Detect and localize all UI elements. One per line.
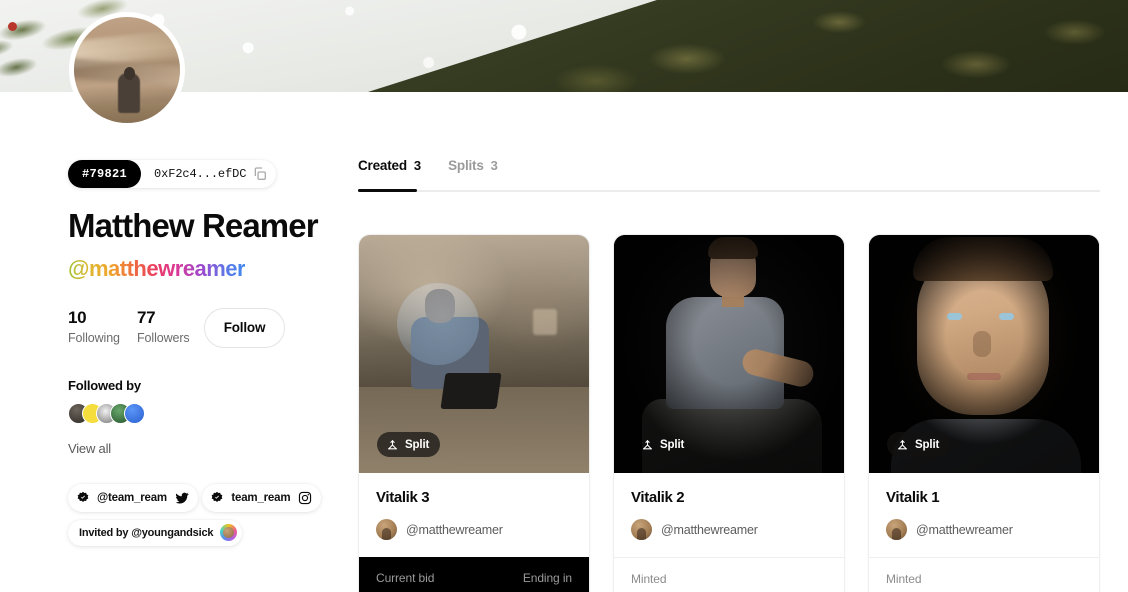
invited-by-text: Invited by @youngandsick: [79, 526, 214, 539]
avatar-person-head: [124, 67, 135, 80]
follow-button[interactable]: Follow: [204, 307, 285, 348]
profile-avatar-ring[interactable]: [69, 12, 185, 128]
artwork-blue-circle: [397, 283, 479, 365]
stat-following[interactable]: 10 Following: [68, 308, 137, 345]
nft-artwork[interactable]: Split: [359, 235, 589, 473]
tab-bar: Created 3 Splits 3: [358, 158, 1100, 192]
split-icon: [388, 440, 397, 450]
follower-avatar-5[interactable]: [124, 402, 145, 424]
nft-owner[interactable]: @matthewreamer: [631, 519, 827, 540]
artwork-laptop: [440, 373, 502, 409]
social-link-twitter[interactable]: @team_ream: [68, 483, 198, 512]
tab-created-label: Created: [358, 158, 407, 173]
nft-minted-footer: Minted 9 days ago: [869, 557, 1099, 592]
minted-label: Minted: [631, 572, 667, 586]
auction-labels: Current bid Ending in: [376, 571, 572, 585]
nft-card[interactable]: Split Vitalik 2 @matthewreamer Minted 9 …: [613, 234, 845, 592]
nft-card-grid: Split Vitalik 3 @matthewreamer Current b…: [358, 234, 1100, 592]
split-icon: [643, 440, 652, 450]
verified-badge-icon: [212, 491, 223, 502]
nft-card-body: Vitalik 3 @matthewreamer: [359, 473, 589, 557]
nft-card[interactable]: Split Vitalik 3 @matthewreamer Current b…: [358, 234, 590, 592]
followers-count: 77: [137, 307, 156, 327]
tab-splits-label: Splits: [448, 158, 484, 173]
ending-in-label: Ending in: [522, 571, 572, 585]
tab-divider: [358, 190, 1100, 192]
twitter-icon[interactable]: [175, 491, 189, 505]
profile-page: #79821 0xF2c4...efDC Matthew Reamer @mat…: [0, 0, 1128, 592]
inviter-avatar[interactable]: [220, 524, 238, 542]
following-label: Following: [68, 330, 120, 345]
nft-title: Vitalik 2: [631, 489, 685, 506]
nft-owner[interactable]: @matthewreamer: [886, 519, 1082, 540]
owner-avatar: [886, 519, 907, 540]
social-links: @team_ream team_ream Invited by @youngan…: [68, 483, 330, 554]
profile-id-badge: #79821: [68, 160, 142, 188]
verified-badge-icon: [77, 491, 89, 502]
following-count: 10: [68, 307, 87, 327]
nft-title: Vitalik 3: [376, 489, 430, 506]
tab-splits-count: 3: [490, 158, 498, 173]
nft-card-body: Vitalik 2 @matthewreamer: [614, 473, 844, 557]
profile-main: Created 3 Splits 3 Split Vitalik 3 @matt…: [358, 158, 1100, 592]
followers-label: Followers: [137, 330, 190, 345]
nft-card[interactable]: Split Vitalik 1 @matthewreamer Minted 9 …: [868, 234, 1100, 592]
artwork-lamp: [533, 309, 557, 335]
current-bid-label: Current bid: [376, 571, 435, 585]
split-badge[interactable]: Split: [887, 432, 951, 457]
owner-handle: @matthewreamer: [916, 522, 1013, 537]
split-badge-label: Split: [660, 438, 685, 451]
tab-created[interactable]: Created 3: [358, 158, 421, 186]
social-link-instagram[interactable]: team_ream: [202, 483, 322, 512]
identity-row: #79821 0xF2c4...efDC: [68, 160, 277, 188]
twitter-handle: @team_ream: [97, 491, 167, 504]
profile-handle: @matthewreamer: [68, 255, 246, 281]
followed-by-avatars[interactable]: [68, 402, 330, 424]
profile-sidebar: #79821 0xF2c4...efDC Matthew Reamer @mat…: [68, 160, 330, 554]
nft-title: Vitalik 1: [886, 489, 940, 506]
page-title: Matthew Reamer: [68, 207, 319, 244]
nft-artwork[interactable]: Split: [869, 235, 1099, 473]
followed-by-label: Followed by: [68, 377, 141, 393]
nft-artwork[interactable]: Split: [614, 235, 844, 473]
split-badge[interactable]: Split: [632, 432, 695, 457]
split-icon: [898, 440, 907, 450]
tab-active-indicator: [358, 189, 417, 192]
split-badge[interactable]: Split: [377, 432, 441, 457]
instagram-icon[interactable]: [298, 491, 312, 505]
instagram-handle: team_ream: [231, 491, 291, 504]
split-badge-label: Split: [915, 438, 940, 451]
nft-owner[interactable]: @matthewreamer: [376, 519, 572, 540]
owner-avatar: [631, 519, 652, 540]
avatar: [74, 17, 180, 123]
invited-by-row[interactable]: Invited by @youngandsick: [68, 519, 243, 546]
minted-label: Minted: [886, 572, 922, 586]
owner-handle: @matthewreamer: [661, 522, 758, 537]
nft-auction-footer: Current bid Ending in 1.65 ETH 4h 49m 22…: [359, 557, 589, 592]
wallet-address[interactable]: 0xF2c4...efDC: [141, 167, 252, 181]
profile-stats: 10 Following 77 Followers Follow: [68, 307, 330, 348]
owner-avatar: [376, 519, 397, 540]
stat-followers[interactable]: 77 Followers: [137, 308, 202, 345]
split-badge-label: Split: [405, 438, 430, 451]
copy-icon[interactable]: [252, 166, 268, 182]
banner-berry: [8, 22, 17, 31]
nft-card-body: Vitalik 1 @matthewreamer: [869, 473, 1099, 557]
owner-handle: @matthewreamer: [406, 522, 503, 537]
nft-minted-footer: Minted 9 days ago: [614, 557, 844, 592]
tab-created-count: 3: [413, 158, 422, 173]
tab-splits[interactable]: Splits 3: [448, 158, 498, 186]
view-all-link[interactable]: View all: [68, 441, 330, 456]
